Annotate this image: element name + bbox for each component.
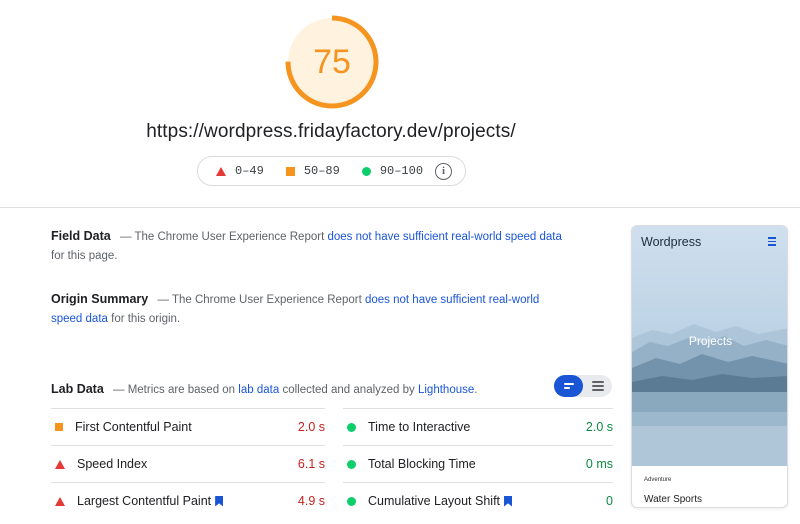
circle-icon [347, 496, 356, 506]
field-data-text-after: for this page. [51, 250, 118, 262]
metric-first-contentful-paint: First Contentful Paint 2.0 s [51, 408, 325, 445]
metrics-view-toggle[interactable] [554, 375, 612, 397]
hero-image: Wordpress Projects [632, 226, 787, 466]
metric-value: 2.0 s [297, 420, 325, 434]
score-legend: 0–49 50–89 90–100 i [197, 156, 466, 186]
score-value: 75 [313, 43, 351, 81]
lab-data-text-middle: collected and analyzed by [282, 384, 415, 396]
site-title: Wordpress [641, 235, 702, 249]
circle-icon [347, 422, 356, 432]
metric-value: 0 [606, 494, 613, 508]
square-icon [55, 423, 63, 431]
metric-speed-index: Speed Index 6.1 s [51, 445, 325, 482]
post-title: Water Sports [644, 494, 702, 505]
summary-view-button[interactable] [554, 375, 583, 397]
category-tag: Adventure [644, 477, 672, 483]
metric-name: Time to Interactive [368, 420, 471, 434]
origin-summary-heading: Origin Summary [51, 292, 149, 306]
field-data-link[interactable]: does not have sufficient real-world spee… [327, 231, 561, 243]
legend-pass-label: 90–100 [379, 164, 424, 178]
origin-summary-text-after: for this origin. [111, 313, 181, 325]
metric-value: 0 ms [585, 457, 613, 471]
lab-data-text: — Metrics are based on [113, 384, 236, 396]
legend-average-label: 50–89 [303, 164, 340, 178]
bookmark-icon [504, 495, 513, 507]
metric-value: 2.0 s [585, 420, 613, 434]
circle-icon [361, 166, 371, 176]
metric-largest-contentful-paint: Largest Contentful Paint 4.9 s [51, 482, 325, 519]
metric-cumulative-layout-shift: Cumulative Layout Shift 0 [343, 482, 613, 519]
metric-name: Largest Contentful Paint [77, 494, 212, 508]
triangle-icon [216, 166, 226, 176]
triangle-icon [55, 459, 65, 469]
field-data-heading: Field Data [51, 229, 111, 243]
lab-data-period: . [474, 384, 478, 396]
list-view-button[interactable] [583, 375, 612, 397]
lab-data-link[interactable]: lab data [238, 384, 279, 396]
hero-title: Projects [688, 334, 733, 348]
origin-summary-text: — The Chrome User Experience Report [157, 294, 362, 306]
metric-value: 6.1 s [297, 457, 325, 471]
metric-name: Total Blocking Time [368, 457, 476, 471]
triangle-icon [55, 496, 65, 506]
bookmark-icon [215, 495, 224, 507]
info-icon[interactable]: i [435, 162, 453, 180]
section-divider [0, 207, 800, 208]
origin-summary-section: Origin Summary — The Chrome User Experie… [51, 290, 571, 329]
lab-data-section: Lab Data — Metrics are based on lab data… [51, 380, 571, 400]
final-screenshot: Wordpress Projects Adventure Water Sport… [631, 225, 788, 508]
metric-time-to-interactive: Time to Interactive 2.0 s [343, 408, 613, 445]
legend-pass: 90–100 [361, 164, 424, 178]
legend-fail-label: 0–49 [235, 164, 264, 178]
lighthouse-link[interactable]: Lighthouse [418, 384, 474, 396]
square-icon [285, 166, 295, 176]
metric-name: Cumulative Layout Shift [368, 494, 501, 508]
metric-name: Speed Index [77, 457, 148, 471]
lab-data-heading: Lab Data [51, 382, 104, 396]
metric-total-blocking-time: Total Blocking Time 0 ms [343, 445, 613, 482]
field-data-text: — The Chrome User Experience Report [119, 231, 325, 243]
performance-score-gauge: 75 [284, 14, 380, 110]
hamburger-icon [768, 237, 776, 248]
metric-value: 4.9 s [297, 494, 325, 508]
tested-url: https://wordpress.fridayfactory.dev/proj… [146, 121, 516, 142]
field-data-section: Field Data — The Chrome User Experience … [51, 227, 571, 266]
metric-name: First Contentful Paint [75, 420, 192, 434]
legend-average: 50–89 [285, 164, 340, 178]
legend-fail: 0–49 [216, 164, 264, 178]
circle-icon [347, 459, 356, 469]
